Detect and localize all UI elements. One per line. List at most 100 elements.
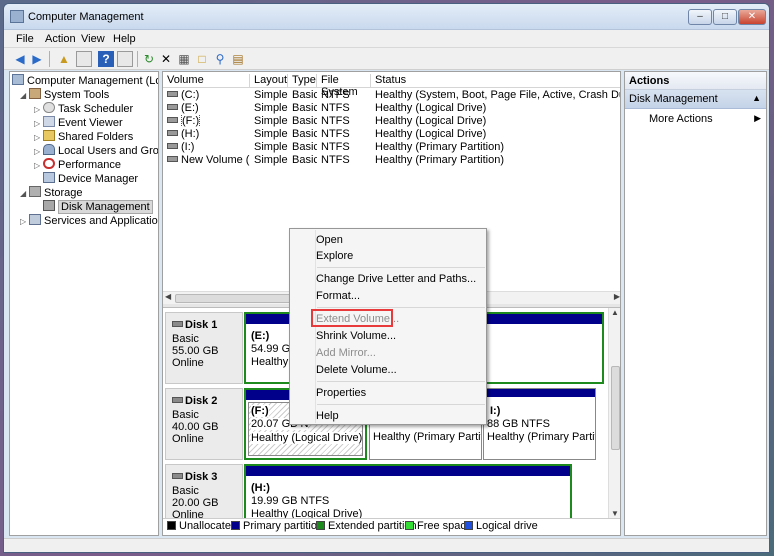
disk-management-icon — [43, 200, 55, 211]
expand-arrow-icon[interactable]: ▷ — [20, 215, 29, 229]
export-icon[interactable]: ▤ — [230, 51, 246, 67]
drive-icon — [167, 117, 178, 123]
tree-item-disk-management[interactable]: Disk Management — [43, 200, 153, 214]
close-button[interactable]: ✕ — [738, 9, 766, 25]
delete-icon[interactable]: ✕ — [158, 51, 174, 67]
expand-arrow-icon[interactable]: ▷ — [34, 159, 43, 173]
tree-item-local-users-groups[interactable]: ▷Local Users and Groups — [34, 144, 158, 159]
tree-item-task-scheduler[interactable]: ▷ Task Scheduler — [34, 102, 133, 116]
tree-item-event-viewer[interactable]: ▷ Event Viewer — [34, 116, 123, 130]
volume-row[interactable]: (F:) Simple Basic NTFS Healthy (Logical … — [163, 115, 620, 128]
column-header-volume[interactable]: Volume — [163, 74, 250, 87]
collapse-up-icon[interactable]: ▲ — [752, 93, 761, 103]
open-icon[interactable]: □ — [194, 51, 210, 67]
disk-icon — [172, 397, 183, 403]
scroll-left-icon[interactable]: ◀ — [165, 292, 171, 301]
tools-icon — [29, 88, 41, 99]
menu-item-shrink-volume[interactable]: Shrink Volume... — [316, 330, 396, 342]
legend-unallocated: Unallocated — [167, 520, 237, 532]
menu-help[interactable]: Help — [113, 33, 136, 45]
forward-icon[interactable]: ▶ — [29, 51, 45, 67]
tree-item-shared-folders[interactable]: ▷ Shared Folders — [34, 130, 133, 144]
properties-icon[interactable]: ▦ — [176, 51, 192, 67]
menu-separator — [317, 267, 485, 268]
disk-3-partition-h[interactable]: (H:) 19.99 GB NTFS Healthy (Logical Driv… — [244, 464, 572, 518]
search-icon[interactable]: ⚲ — [212, 51, 228, 67]
show-hide-tree-icon[interactable] — [76, 51, 92, 67]
menu-item-help[interactable]: Help — [316, 410, 339, 422]
context-menu: Open Explore Change Drive Letter and Pat… — [289, 228, 487, 425]
collapse-arrow-icon[interactable]: ◢ — [20, 89, 29, 103]
disk-view-vertical-scrollbar[interactable]: ▲ ▼ — [608, 308, 620, 518]
refresh-icon[interactable]: ↻ — [141, 51, 157, 67]
tree-item-services-applications[interactable]: ▷ Services and Applications — [20, 214, 158, 229]
volume-row[interactable]: (H:) Simple Basic NTFS Healthy (Logical … — [163, 128, 620, 141]
actions-section-disk-management[interactable]: Disk Management ▲ — [625, 90, 766, 109]
menu-item-properties[interactable]: Properties — [316, 387, 366, 399]
menu-item-format[interactable]: Format... — [316, 290, 360, 302]
tree-item-performance[interactable]: ▷ Performance — [34, 158, 121, 172]
volume-row[interactable]: (C:) Simple Basic NTFS Healthy (System, … — [163, 89, 620, 102]
menu-item-explore[interactable]: Explore — [316, 250, 353, 262]
actions-pane: Actions Disk Management ▲ More Actions ▶ — [624, 71, 767, 536]
disk-2-partition-i[interactable]: I:) 88 GB NTFS Healthy (Primary Partitio… — [483, 388, 596, 460]
shared-folder-icon — [43, 130, 55, 141]
tree-item-system-tools[interactable]: ◢ System Tools — [20, 88, 109, 102]
clock-icon — [43, 102, 55, 113]
menu-item-delete-volume[interactable]: Delete Volume... — [316, 364, 397, 376]
scroll-down-icon[interactable]: ▼ — [611, 509, 619, 518]
legend-logical-drive: Logical drive — [464, 520, 538, 532]
menu-separator — [317, 381, 485, 382]
menu-bar: File Action View Help — [4, 30, 769, 48]
show-hide-action-pane-icon[interactable] — [117, 51, 133, 67]
menu-separator — [317, 307, 485, 308]
expand-arrow-icon[interactable]: ▷ — [34, 103, 43, 117]
actions-header: Actions — [625, 72, 766, 90]
more-actions-link[interactable]: More Actions — [649, 113, 713, 125]
volume-row[interactable]: (I:) Simple Basic NTFS Healthy (Primary … — [163, 141, 620, 154]
back-icon[interactable]: ◀ — [12, 51, 28, 67]
drive-icon — [167, 130, 178, 136]
up-folder-icon[interactable]: ▲ — [56, 51, 72, 67]
disk-3-label[interactable]: Disk 3 Basic 20.00 GB Online — [165, 464, 243, 518]
maximize-button[interactable]: □ — [713, 9, 737, 25]
scroll-thumb[interactable] — [611, 366, 620, 450]
menu-file[interactable]: File — [16, 33, 34, 45]
partition-color-bar — [484, 389, 595, 397]
device-manager-icon — [43, 172, 55, 183]
disk-2-label[interactable]: Disk 2 Basic 40.00 GB Online — [165, 388, 243, 460]
scroll-right-icon[interactable]: ▶ — [614, 292, 620, 301]
volume-row[interactable]: (E:) Simple Basic NTFS Healthy (Logical … — [163, 102, 620, 115]
tree-item-device-manager[interactable]: Device Manager — [43, 172, 138, 186]
tree-item-computer-management[interactable]: Computer Management (Local — [12, 74, 158, 88]
column-header-layout[interactable]: Layout — [250, 74, 288, 87]
chevron-right-icon[interactable]: ▶ — [754, 113, 761, 124]
collapse-arrow-icon[interactable]: ◢ — [20, 187, 29, 201]
column-header-status[interactable]: Status — [371, 74, 620, 87]
scroll-thumb[interactable] — [175, 294, 295, 303]
expand-arrow-icon[interactable]: ▷ — [34, 131, 43, 145]
column-header-file-system[interactable]: File System — [317, 74, 371, 98]
computer-icon — [12, 74, 24, 85]
menu-item-open[interactable]: Open — [316, 234, 343, 246]
volume-row[interactable]: New Volume (G:) Simple Basic NTFS Health… — [163, 154, 620, 167]
menu-view[interactable]: View — [81, 33, 105, 45]
toolbar-separator — [49, 51, 50, 67]
expand-arrow-icon[interactable]: ▷ — [34, 117, 43, 131]
menu-item-change-drive-letter[interactable]: Change Drive Letter and Paths... — [316, 273, 476, 285]
menu-separator — [317, 404, 485, 405]
column-header-type[interactable]: Type — [288, 74, 317, 87]
drive-icon — [167, 91, 178, 97]
event-viewer-icon — [43, 116, 55, 127]
computer-management-icon — [10, 10, 24, 23]
expand-arrow-icon[interactable]: ▷ — [34, 145, 43, 159]
services-icon — [29, 214, 41, 225]
minimize-button[interactable]: – — [688, 9, 712, 25]
disk-1-label[interactable]: Disk 1 Basic 55.00 GB Online — [165, 312, 243, 384]
scroll-up-icon[interactable]: ▲ — [611, 308, 619, 317]
disk-icon — [172, 321, 183, 327]
menu-action[interactable]: Action — [45, 33, 76, 45]
help-icon[interactable]: ? — [98, 51, 114, 67]
menu-item-add-mirror[interactable]: Add Mirror... — [316, 347, 376, 359]
tree-item-storage[interactable]: ◢ Storage — [20, 186, 83, 200]
